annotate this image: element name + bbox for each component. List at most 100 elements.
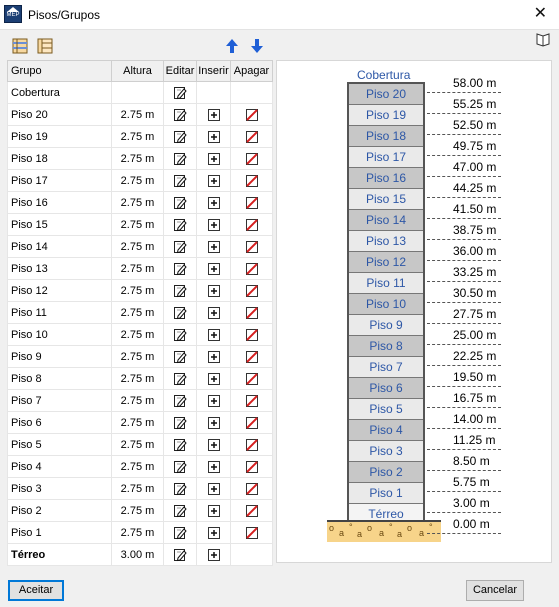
group-height[interactable]: 2.75 m (111, 323, 164, 346)
delete-icon[interactable] (245, 460, 259, 474)
edit-icon[interactable] (173, 394, 187, 408)
table-row[interactable]: Piso 3 2.75 m (7, 477, 273, 500)
insert-icon[interactable] (207, 196, 221, 210)
table-row[interactable]: Piso 15 2.75 m (7, 213, 273, 236)
delete-icon[interactable] (245, 240, 259, 254)
edit-icon[interactable] (173, 548, 187, 562)
delete-icon[interactable] (245, 372, 259, 386)
group-height[interactable]: 2.75 m (111, 499, 164, 522)
header-grupo[interactable]: Grupo (7, 60, 112, 82)
insert-icon[interactable] (207, 284, 221, 298)
delete-icon[interactable] (245, 350, 259, 364)
edit-icon[interactable] (173, 108, 187, 122)
group-height[interactable]: 2.75 m (111, 213, 164, 236)
group-height[interactable]: 2.75 m (111, 411, 164, 434)
insert-icon[interactable] (207, 372, 221, 386)
table-row[interactable]: Piso 6 2.75 m (7, 411, 273, 434)
edit-icon[interactable] (173, 284, 187, 298)
close-icon[interactable]: ✕ (534, 5, 547, 21)
delete-icon[interactable] (245, 438, 259, 452)
group-height[interactable]: 2.75 m (111, 235, 164, 258)
delete-icon[interactable] (245, 152, 259, 166)
insert-icon[interactable] (207, 548, 221, 562)
insert-icon[interactable] (207, 438, 221, 452)
table-row[interactable]: Piso 2 2.75 m (7, 499, 273, 522)
delete-icon[interactable] (245, 306, 259, 320)
group-height[interactable]: 2.75 m (111, 367, 164, 390)
table-row[interactable]: Piso 18 2.75 m (7, 147, 273, 170)
delete-icon[interactable] (245, 284, 259, 298)
delete-icon[interactable] (245, 394, 259, 408)
header-apagar[interactable]: Apagar (230, 60, 273, 82)
delete-icon[interactable] (245, 328, 259, 342)
group-height[interactable]: 2.75 m (111, 455, 164, 478)
edit-icon[interactable] (173, 438, 187, 452)
insert-icon[interactable] (207, 218, 221, 232)
table-row[interactable]: Piso 12 2.75 m (7, 279, 273, 302)
group-height[interactable]: 2.75 m (111, 103, 164, 126)
group-height[interactable]: 2.75 m (111, 125, 164, 148)
group-height[interactable]: 2.75 m (111, 477, 164, 500)
edit-icon[interactable] (173, 350, 187, 364)
edit-icon[interactable] (173, 460, 187, 474)
edit-icon[interactable] (173, 86, 187, 100)
delete-icon[interactable] (245, 174, 259, 188)
group-height[interactable]: 2.75 m (111, 389, 164, 412)
edit-icon[interactable] (173, 416, 187, 430)
floor-list-icon[interactable] (12, 38, 28, 54)
table-row[interactable]: Piso 17 2.75 m (7, 169, 273, 192)
delete-icon[interactable] (245, 262, 259, 276)
table-row[interactable]: Térreo 3.00 m (7, 543, 273, 566)
table-row[interactable]: Piso 20 2.75 m (7, 103, 273, 126)
delete-icon[interactable] (245, 108, 259, 122)
header-altura[interactable]: Altura (111, 60, 164, 82)
table-row[interactable]: Piso 16 2.75 m (7, 191, 273, 214)
group-list-icon[interactable] (37, 38, 53, 54)
group-height[interactable]: 3.00 m (111, 543, 164, 566)
insert-icon[interactable] (207, 240, 221, 254)
group-height[interactable]: 2.75 m (111, 257, 164, 280)
table-row[interactable]: Piso 5 2.75 m (7, 433, 273, 456)
table-row[interactable]: Piso 7 2.75 m (7, 389, 273, 412)
delete-icon[interactable] (245, 526, 259, 540)
group-height[interactable]: 2.75 m (111, 345, 164, 368)
insert-icon[interactable] (207, 152, 221, 166)
group-height[interactable]: 2.75 m (111, 169, 164, 192)
edit-icon[interactable] (173, 240, 187, 254)
group-height[interactable] (111, 81, 164, 104)
delete-icon[interactable] (245, 504, 259, 518)
table-row[interactable]: Piso 14 2.75 m (7, 235, 273, 258)
delete-icon[interactable] (245, 482, 259, 496)
insert-icon[interactable] (207, 504, 221, 518)
group-height[interactable]: 2.75 m (111, 521, 164, 544)
help-book-icon[interactable] (535, 31, 551, 47)
edit-icon[interactable] (173, 504, 187, 518)
table-row[interactable]: Piso 4 2.75 m (7, 455, 273, 478)
group-height[interactable]: 2.75 m (111, 191, 164, 214)
edit-icon[interactable] (173, 218, 187, 232)
edit-icon[interactable] (173, 328, 187, 342)
table-row[interactable]: Piso 19 2.75 m (7, 125, 273, 148)
insert-icon[interactable] (207, 460, 221, 474)
edit-icon[interactable] (173, 262, 187, 276)
edit-icon[interactable] (173, 306, 187, 320)
group-height[interactable]: 2.75 m (111, 433, 164, 456)
insert-icon[interactable] (207, 328, 221, 342)
insert-icon[interactable] (207, 306, 221, 320)
table-row[interactable]: Piso 8 2.75 m (7, 367, 273, 390)
edit-icon[interactable] (173, 152, 187, 166)
table-row[interactable]: Cobertura (7, 81, 273, 104)
delete-icon[interactable] (245, 416, 259, 430)
table-row[interactable]: Piso 1 2.75 m (7, 521, 273, 544)
edit-icon[interactable] (173, 526, 187, 540)
group-height[interactable]: 2.75 m (111, 301, 164, 324)
edit-icon[interactable] (173, 174, 187, 188)
insert-icon[interactable] (207, 416, 221, 430)
edit-icon[interactable] (173, 130, 187, 144)
insert-icon[interactable] (207, 482, 221, 496)
accept-button[interactable]: Aceitar (8, 580, 64, 601)
group-height[interactable]: 2.75 m (111, 147, 164, 170)
table-row[interactable]: Piso 13 2.75 m (7, 257, 273, 280)
insert-icon[interactable] (207, 526, 221, 540)
table-row[interactable]: Piso 9 2.75 m (7, 345, 273, 368)
